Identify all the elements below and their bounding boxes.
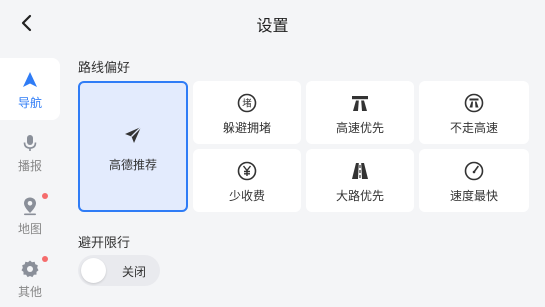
sidebar-item-map[interactable]: 地图	[0, 184, 60, 246]
sidebar-item-label: 播报	[17, 159, 42, 173]
navigation-arrow-icon	[20, 70, 40, 90]
route-option-avoid-congestion[interactable]: 堵 躲避拥堵	[193, 81, 301, 144]
route-option-label: 少收费	[228, 189, 265, 203]
microphone-icon	[20, 133, 40, 153]
restriction-heading: 避开限行	[78, 236, 131, 251]
avoid-restriction-toggle[interactable]: 关闭	[78, 255, 160, 286]
highway-icon	[349, 92, 371, 114]
route-option-label: 高德推荐	[108, 158, 157, 172]
header-bar: 设置	[0, 0, 545, 46]
route-option-avoid-highway[interactable]: 不走高速	[419, 81, 529, 144]
notification-badge	[42, 256, 48, 262]
route-option-fastest[interactable]: 速度最快	[419, 149, 529, 212]
sidebar-item-label: 地图	[17, 222, 42, 236]
paper-plane-icon	[122, 124, 144, 146]
route-option-less-toll[interactable]: 少收费	[193, 149, 301, 212]
route-option-label: 高速优先	[335, 121, 384, 135]
route-option-highway-first[interactable]: 高速优先	[306, 81, 414, 144]
svg-text:堵: 堵	[242, 98, 252, 110]
route-option-label: 速度最快	[449, 189, 498, 203]
page-title: 设置	[256, 16, 289, 35]
toggle-knob	[81, 258, 106, 283]
route-preference-heading: 路线偏好	[78, 61, 131, 76]
no-highway-icon	[463, 92, 485, 114]
speedometer-icon	[463, 160, 485, 182]
main-road-icon	[349, 160, 371, 182]
route-option-label: 躲避拥堵	[222, 121, 271, 135]
toggle-state-label: 关闭	[122, 265, 147, 279]
sidebar: 导航 播报 地图 其他	[0, 58, 60, 307]
sidebar-item-other[interactable]: 其他	[0, 247, 60, 307]
congestion-icon: 堵	[236, 92, 258, 114]
sidebar-item-navigation[interactable]: 导航	[0, 58, 60, 120]
sidebar-item-label: 导航	[17, 96, 42, 110]
sidebar-item-label: 其他	[17, 285, 42, 299]
sidebar-item-voice[interactable]: 播报	[0, 121, 60, 183]
route-option-main-road[interactable]: 大路优先	[306, 149, 414, 212]
route-option-label: 不走高速	[449, 121, 498, 135]
route-option-label: 大路优先	[335, 189, 384, 203]
yuan-icon	[236, 160, 258, 182]
route-option-recommended[interactable]: 高德推荐	[78, 81, 188, 212]
map-pin-icon	[20, 196, 40, 216]
gear-icon	[20, 259, 40, 279]
notification-badge	[42, 193, 48, 199]
